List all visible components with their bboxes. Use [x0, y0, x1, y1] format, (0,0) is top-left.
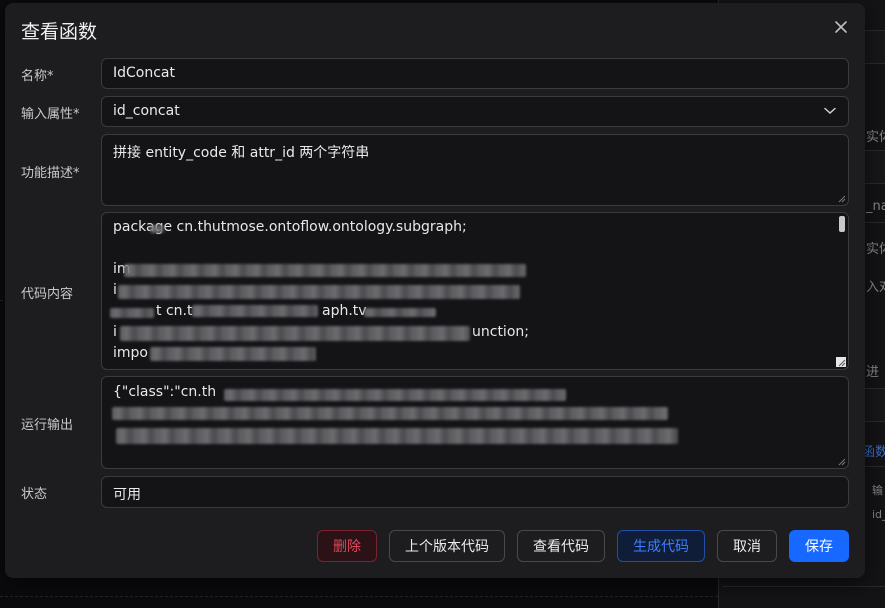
- resize-handle-icon[interactable]: [838, 195, 846, 203]
- redaction-block: [150, 225, 164, 233]
- input-attr-select[interactable]: id_concat: [101, 96, 849, 127]
- output-label: 运行输出: [21, 418, 74, 433]
- input-attr-value: id_concat: [113, 103, 180, 119]
- name-input[interactable]: IdConcat: [101, 58, 849, 89]
- view-function-dialog: 查看函数 名称* IdConcat 输入属性* id_concat 功能描述* …: [5, 3, 865, 578]
- bg-label: _na: [866, 199, 885, 214]
- code-line-fragment: unction;: [472, 324, 529, 340]
- redaction-block: [364, 308, 436, 317]
- bg-link[interactable]: 函数: [862, 441, 885, 460]
- redaction-block: [124, 264, 526, 277]
- code-line: i: [113, 282, 117, 298]
- cancel-button[interactable]: 取消: [717, 530, 777, 562]
- bg-label: 输: [872, 484, 883, 497]
- code-line: impo: [113, 345, 148, 361]
- code-textarea[interactable]: package cn.thutmose.ontoflow.ontology.su…: [101, 212, 849, 370]
- redaction-block: [110, 308, 154, 318]
- redaction-block: [112, 407, 668, 420]
- redaction-block: [150, 347, 316, 361]
- redaction-block: [118, 285, 520, 299]
- generate-code-button[interactable]: 生成代码: [617, 530, 705, 562]
- bg-label: id_: [872, 508, 885, 521]
- chevron-down-icon: [824, 107, 836, 115]
- description-textarea[interactable]: 拼接 entity_code 和 attr_id 两个字符串: [101, 134, 849, 206]
- bg-label: 实体: [866, 242, 885, 257]
- delete-button[interactable]: 删除: [317, 530, 377, 562]
- redaction-block: [224, 389, 566, 401]
- name-label: 名称*: [21, 69, 54, 84]
- code-line-fragment: aph.tv: [322, 303, 367, 319]
- resize-handle-icon[interactable]: [836, 357, 846, 367]
- output-line: {"class":"cn.th: [113, 384, 217, 400]
- redaction-block: [116, 428, 678, 444]
- close-button[interactable]: [829, 15, 853, 39]
- code-line: i: [113, 324, 117, 340]
- code-line: t cn.t: [156, 303, 193, 319]
- bg-divider: [722, 586, 885, 587]
- status-field[interactable]: 可用: [101, 476, 849, 508]
- dialog-title: 查看函数: [21, 21, 98, 43]
- code-label: 代码内容: [21, 287, 74, 302]
- name-value: IdConcat: [113, 65, 175, 81]
- status-label: 状态: [21, 487, 48, 502]
- bg-label: 进: [866, 365, 880, 380]
- redaction-block: [192, 305, 318, 317]
- view-code-button[interactable]: 查看代码: [517, 530, 605, 562]
- bg-label: 入对: [866, 280, 885, 295]
- save-button[interactable]: 保存: [789, 530, 849, 562]
- bg-label: 实体: [866, 130, 885, 145]
- output-textarea[interactable]: {"class":"cn.th: [101, 376, 849, 469]
- code-scrollbar[interactable]: [839, 216, 845, 232]
- input-attr-label: 输入属性*: [21, 107, 80, 122]
- previous-version-code-button[interactable]: 上个版本代码: [389, 530, 505, 562]
- description-value: 拼接 entity_code 和 attr_id 两个字符串: [113, 145, 370, 161]
- status-value: 可用: [113, 487, 141, 503]
- redaction-block: [120, 326, 470, 341]
- description-label: 功能描述*: [21, 166, 80, 181]
- close-icon: [835, 21, 847, 33]
- code-line: package cn.thutmose.ontoflow.ontology.su…: [113, 219, 467, 235]
- background-divider: [0, 596, 718, 597]
- resize-handle-icon[interactable]: [838, 458, 846, 466]
